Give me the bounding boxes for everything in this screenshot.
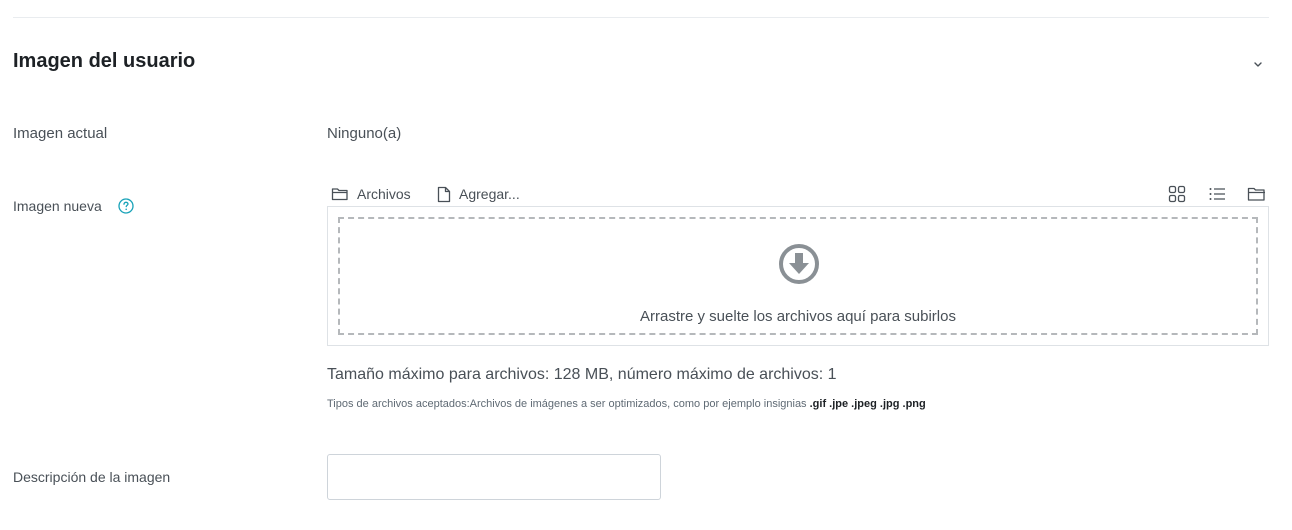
dropzone-text: Arrastre y suelte los archivos aquí para… <box>640 308 956 325</box>
add-file-button-label: Agregar... <box>459 186 520 202</box>
image-description-input[interactable] <box>327 454 661 500</box>
add-file-button[interactable]: Agregar... <box>437 184 520 204</box>
dropzone[interactable]: Arrastre y suelte los archivos aquí para… <box>338 217 1258 335</box>
files-button[interactable]: Archivos <box>331 184 411 204</box>
folder-icon <box>331 188 348 201</box>
max-size-text: Tamaño máximo para archivos: 128 MB, núm… <box>327 366 837 383</box>
filepicker-toolbar: Archivos Agregar... <box>327 184 1269 204</box>
filepicker-container: Arrastre y suelte los archivos aquí para… <box>327 206 1269 346</box>
accepted-types-prefix: Tipos de archivos aceptados:Archivos de … <box>327 398 807 410</box>
grid-view-icon[interactable] <box>1168 185 1186 203</box>
current-image-value: Ninguno(a) <box>327 125 402 142</box>
chevron-down-icon[interactable] <box>1250 56 1266 72</box>
file-icon <box>437 186 451 202</box>
section-title[interactable]: Imagen del usuario <box>13 50 195 73</box>
accepted-types-list: .gif .jpe .jpeg .jpg .png <box>809 398 926 410</box>
download-circle-icon <box>778 243 820 285</box>
list-view-icon[interactable] <box>1208 185 1226 203</box>
section-divider <box>13 17 1269 18</box>
new-image-label: Imagen nueva <box>13 198 102 214</box>
user-image-section: Imagen del usuario Imagen actual Ninguno… <box>0 0 1292 530</box>
question-circle-icon[interactable] <box>118 198 134 214</box>
accepted-types-text: Tipos de archivos aceptados:Archivos de … <box>327 398 926 410</box>
files-button-label: Archivos <box>357 186 411 202</box>
image-description-label: Descripción de la imagen <box>13 469 171 485</box>
tree-view-icon[interactable] <box>1247 185 1265 203</box>
current-image-label: Imagen actual <box>13 125 108 142</box>
